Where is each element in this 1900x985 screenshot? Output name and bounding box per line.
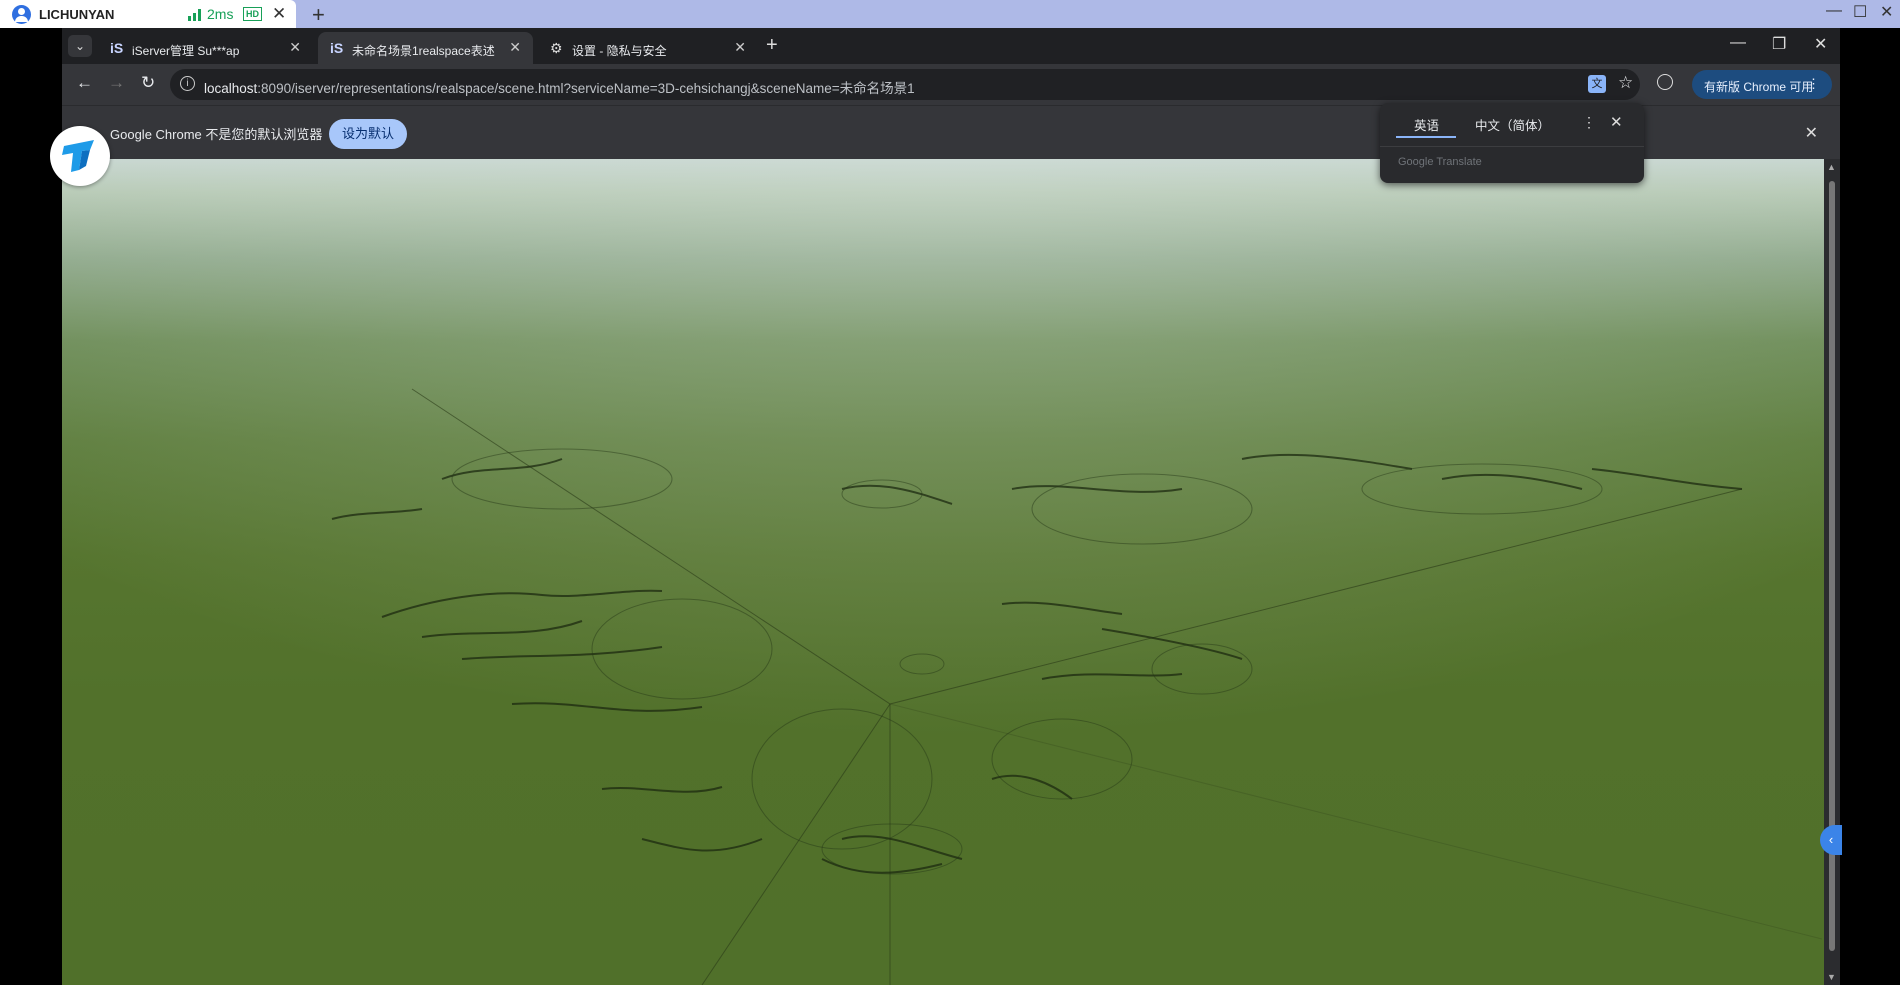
app-logo-icon bbox=[62, 140, 94, 172]
infobar-close-icon[interactable]: ✕ bbox=[1805, 123, 1818, 143]
forward-icon[interactable]: → bbox=[108, 73, 125, 93]
new-tab-button[interactable]: + bbox=[766, 34, 778, 57]
quality-badge[interactable]: HD bbox=[243, 7, 262, 21]
translate-options-icon[interactable]: ⋮ bbox=[1582, 114, 1596, 131]
restore-icon[interactable]: ❐ bbox=[1772, 34, 1786, 54]
minimize-icon[interactable]: — bbox=[1730, 34, 1746, 52]
tab-close-icon[interactable]: ✕ bbox=[509, 39, 521, 56]
new-session-button[interactable]: + bbox=[312, 2, 325, 28]
infobar-message: Google Chrome 不是您的默认浏览器 bbox=[110, 127, 323, 142]
close-session-icon[interactable]: ✕ bbox=[272, 4, 286, 24]
url-text[interactable]: localhost:8090/iserver/representations/r… bbox=[204, 77, 915, 97]
active-tab-indicator bbox=[1396, 136, 1456, 138]
3d-scene-viewport[interactable] bbox=[62, 159, 1824, 985]
tab-iserver-manager[interactable]: iS iServer管理 Su***ap ✕ bbox=[98, 32, 313, 64]
remote-session-bar: LICHUNYAN 2ms HD ✕ + — ☐ ✕ bbox=[0, 0, 1900, 28]
translate-popup: 英语 中文（简体） ⋮ ✕ Google Translate bbox=[1380, 103, 1644, 183]
google-translate-label: Google Translate bbox=[1398, 156, 1482, 168]
tab-scene-realspace[interactable]: iS 未命名场景1realspace表述 ✕ bbox=[318, 32, 533, 64]
vertical-scrollbar[interactable]: ▲ ▼ bbox=[1824, 159, 1840, 985]
user-avatar-icon bbox=[12, 5, 31, 24]
tab-title: 设置 - 隐私与安全 bbox=[572, 44, 667, 58]
back-icon[interactable]: ← bbox=[76, 73, 93, 93]
kebab-menu-icon: ⋮ bbox=[1807, 76, 1820, 91]
app-logo[interactable] bbox=[50, 126, 110, 186]
gear-icon: ⚙ bbox=[550, 40, 563, 56]
tab-strip: ⌄ iS iServer管理 Su***ap ✕ iS 未命名场景1realsp… bbox=[62, 28, 1840, 64]
maximize-icon[interactable]: ☐ bbox=[1853, 2, 1867, 22]
set-default-button[interactable]: 设为默认 bbox=[329, 119, 407, 149]
address-bar[interactable]: i localhost:8090/iserver/representations… bbox=[170, 69, 1640, 100]
iserver-icon: iS bbox=[330, 40, 344, 56]
update-chrome-button[interactable]: 有新版 Chrome 可用 ⋮ bbox=[1692, 70, 1832, 99]
scroll-up-icon[interactable]: ▲ bbox=[1827, 162, 1836, 172]
scroll-down-icon[interactable]: ▼ bbox=[1827, 972, 1836, 982]
tab-close-icon[interactable]: ✕ bbox=[289, 39, 301, 56]
update-label: 有新版 Chrome 可用 bbox=[1704, 80, 1814, 94]
minimize-icon[interactable]: — bbox=[1826, 2, 1842, 20]
profile-icon[interactable] bbox=[1657, 74, 1673, 90]
url-path: :8090/iserver/representations/realspace/… bbox=[257, 81, 915, 96]
terrain-canvas[interactable] bbox=[62, 159, 1824, 985]
close-icon[interactable]: ✕ bbox=[1814, 34, 1827, 54]
tab-search-button[interactable]: ⌄ bbox=[68, 35, 92, 57]
latency-readout: 2ms bbox=[207, 6, 234, 22]
close-icon[interactable]: ✕ bbox=[1880, 2, 1893, 22]
url-host: localhost bbox=[204, 81, 258, 96]
remote-user-name: LICHUNYAN bbox=[39, 7, 115, 22]
tab-title: iServer管理 Su***ap bbox=[132, 44, 240, 58]
bookmark-star-icon[interactable]: ☆ bbox=[1618, 73, 1633, 93]
reload-icon[interactable]: ↻ bbox=[141, 73, 155, 93]
source-language-tab[interactable]: 英语 bbox=[1414, 115, 1439, 134]
translate-close-icon[interactable]: ✕ bbox=[1610, 113, 1623, 131]
signal-strength-icon bbox=[188, 9, 202, 21]
tab-close-icon[interactable]: ✕ bbox=[734, 39, 746, 56]
tab-title: 未命名场景1realspace表述 bbox=[352, 44, 495, 58]
translate-icon[interactable]: 文 bbox=[1588, 75, 1606, 93]
browser-toolbar: ← → ↻ i localhost:8090/iserver/represent… bbox=[62, 64, 1840, 105]
remote-session-tab[interactable]: LICHUNYAN 2ms HD ✕ bbox=[0, 0, 296, 28]
iserver-icon: iS bbox=[110, 40, 124, 56]
panel-toggle-button[interactable]: ‹ bbox=[1820, 825, 1842, 855]
target-language-tab[interactable]: 中文（简体） bbox=[1475, 115, 1550, 134]
divider bbox=[1380, 146, 1644, 147]
tab-settings-privacy[interactable]: ⚙ 设置 - 隐私与安全 ✕ bbox=[538, 32, 758, 64]
site-info-icon[interactable]: i bbox=[180, 76, 195, 91]
